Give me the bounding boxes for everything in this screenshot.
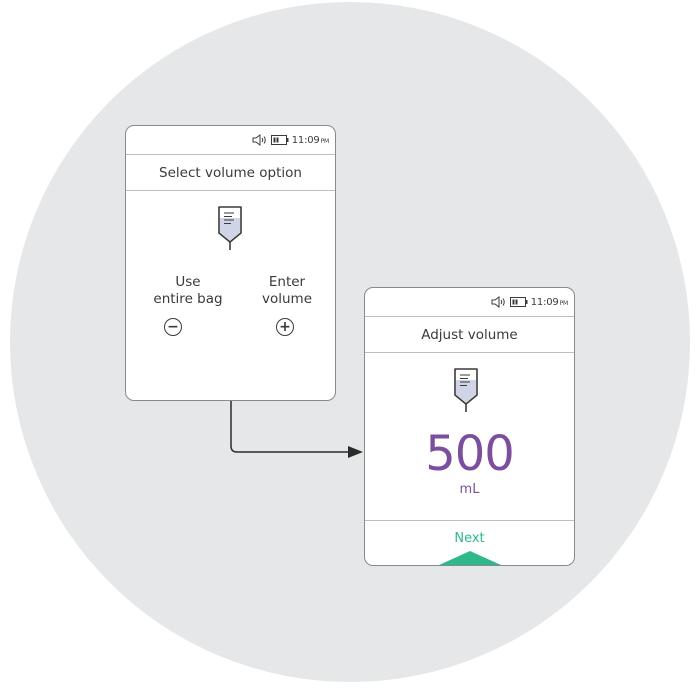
option-line: Enter — [268, 274, 306, 290]
next-button[interactable]: Next — [365, 531, 574, 546]
speaker-icon — [491, 296, 507, 308]
volume-value[interactable]: 500 — [365, 428, 574, 480]
minus-circle-icon[interactable]: − — [164, 318, 182, 336]
option-enter-volume: Enter volume — [251, 274, 323, 308]
screen-title: Adjust volume — [365, 316, 574, 353]
select-volume-screen: 11:09PM Select volume option Use entire … — [125, 125, 336, 401]
flow-connector-arrow — [230, 401, 363, 458]
option-line: Use — [175, 274, 201, 290]
volume-unit: mL — [459, 482, 480, 497]
status-bar: 11:09PM — [365, 288, 574, 316]
clock-time: 11:09 — [291, 134, 320, 146]
screen-title: Select volume option — [126, 154, 335, 191]
battery-icon — [509, 297, 528, 307]
option-line: entire bag — [153, 291, 223, 307]
next-arrow-icon[interactable] — [439, 551, 501, 565]
option-use-entire-bag: Use entire bag — [142, 274, 234, 308]
speaker-icon — [252, 134, 268, 146]
clock: 11:09PM — [292, 135, 329, 146]
option-line: volume — [261, 291, 312, 307]
iv-bag-icon — [453, 368, 479, 416]
clock-time: 11:09 — [530, 296, 559, 308]
clock: 11:09PM — [531, 297, 568, 308]
clock-ampm: PM — [320, 137, 330, 145]
status-bar: 11:09PM — [126, 126, 335, 154]
battery-icon — [270, 135, 289, 145]
iv-bag-icon — [217, 206, 243, 254]
adjust-volume-screen: 11:09PM Adjust volume 500 mL Next — [364, 287, 575, 566]
plus-circle-icon[interactable]: + — [276, 318, 294, 336]
clock-ampm: PM — [559, 299, 569, 307]
footer-divider — [365, 520, 574, 521]
